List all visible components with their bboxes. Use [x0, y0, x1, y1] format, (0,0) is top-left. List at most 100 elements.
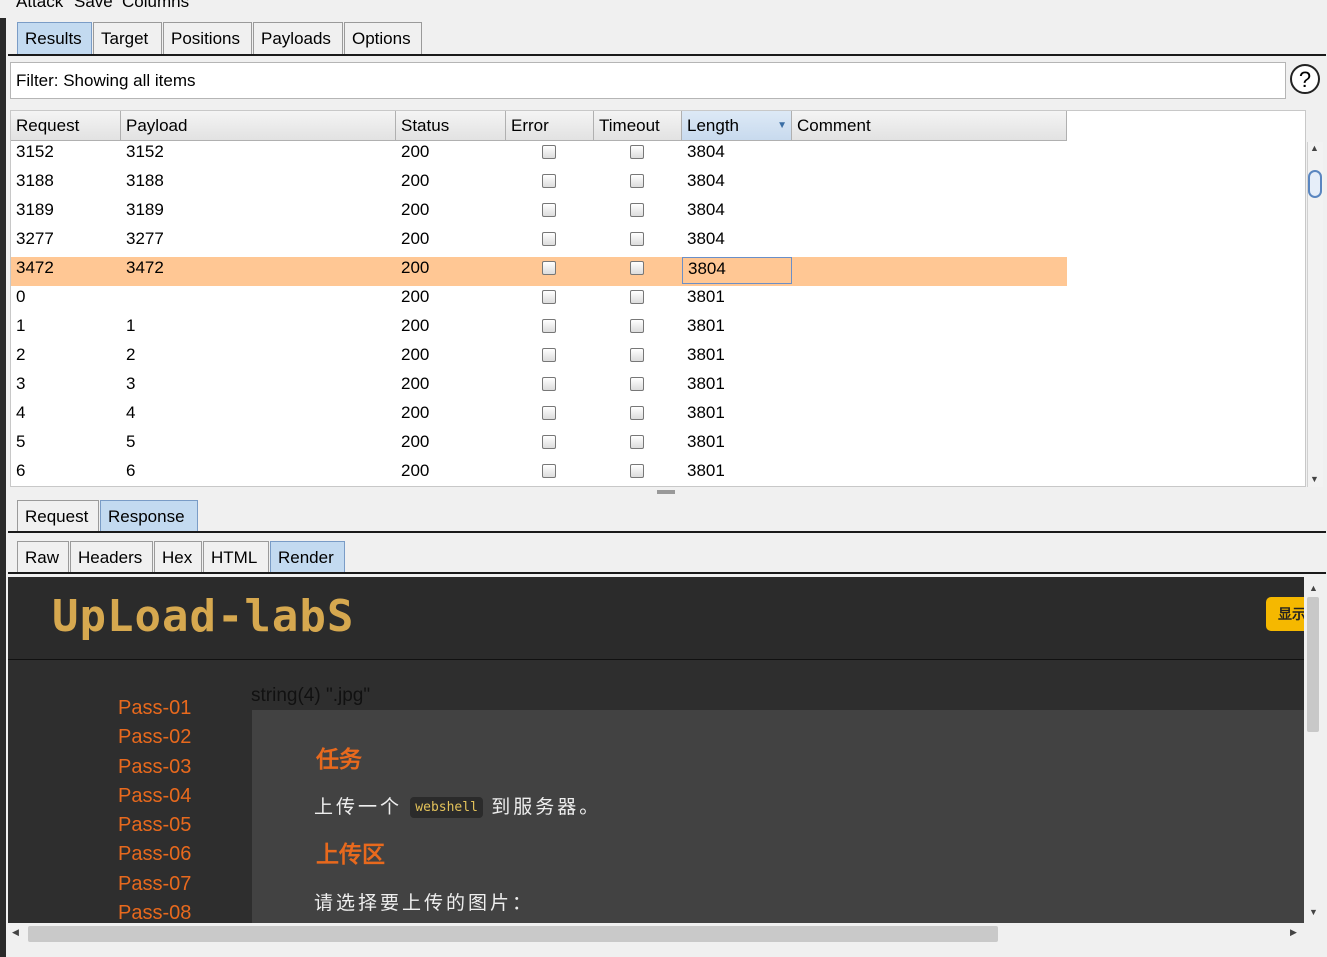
cell-request: 3152	[16, 142, 54, 161]
timeout-checkbox	[630, 464, 644, 478]
table-row[interactable]: 3188 3188 200 3804	[11, 170, 1067, 199]
col-comment[interactable]: Comment	[792, 111, 1067, 141]
cell-length: 3801	[687, 403, 725, 422]
tab-render[interactable]: Render	[270, 541, 345, 573]
timeout-checkbox	[630, 377, 644, 391]
cell-payload: 5	[126, 432, 136, 451]
menu-columns[interactable]: Columns	[122, 0, 189, 12]
table-row[interactable]: 2 2 200 3801	[11, 344, 1067, 373]
col-length[interactable]: Length ▼	[682, 111, 792, 141]
nav-pass-08[interactable]: Pass-08	[118, 902, 191, 923]
tab-positions[interactable]: Positions	[163, 22, 252, 54]
table-row[interactable]: 6 6 200 3801	[11, 460, 1067, 486]
tab-payloads[interactable]: Payloads	[253, 22, 343, 54]
tab-html[interactable]: HTML	[203, 541, 269, 573]
nav-pass-03[interactable]: Pass-03	[118, 756, 191, 779]
cell-request: 3472	[16, 258, 54, 277]
tab-response[interactable]: Response	[100, 500, 198, 532]
nav-pass-04[interactable]: Pass-04	[118, 785, 191, 808]
task-text: 上传一个 webshell 到服务器。	[314, 792, 601, 819]
nav-pass-01[interactable]: Pass-01	[118, 697, 191, 720]
cell-status: 200	[401, 432, 430, 451]
scroll-right-icon[interactable]: ▶	[1290, 927, 1297, 938]
scroll-up-icon[interactable]: ▲	[1310, 143, 1319, 153]
show-button[interactable]: 显示	[1266, 597, 1304, 631]
timeout-checkbox	[630, 174, 644, 188]
col-error[interactable]: Error	[506, 111, 594, 141]
tab-options[interactable]: Options	[344, 22, 422, 54]
cell-request: 4	[16, 403, 26, 422]
table-row[interactable]: 3189 3189 200 3804	[11, 199, 1067, 228]
timeout-checkbox	[630, 232, 644, 246]
timeout-checkbox	[630, 203, 644, 217]
nav-pass-06[interactable]: Pass-06	[118, 843, 191, 866]
cell-request: 2	[16, 345, 26, 364]
cell-status: 200	[401, 403, 430, 422]
error-checkbox	[542, 377, 556, 391]
render-scroll-down-icon[interactable]: ▼	[1309, 907, 1318, 917]
cell-status: 200	[401, 316, 430, 335]
cell-request: 3	[16, 374, 26, 393]
error-checkbox	[542, 261, 556, 275]
render-vscrollbar[interactable]: ▲ ▼	[1305, 577, 1322, 923]
filter-bar[interactable]: Filter: Showing all items	[10, 62, 1286, 99]
cell-length: 3804	[682, 257, 792, 284]
cell-request: 5	[16, 432, 26, 451]
nav-pass-07[interactable]: Pass-07	[118, 873, 191, 896]
nav-pass-05[interactable]: Pass-05	[118, 814, 191, 837]
render-scroll-up-icon[interactable]: ▲	[1309, 583, 1318, 593]
tab-divider	[8, 54, 1326, 56]
cell-request: 3188	[16, 171, 54, 190]
help-icon[interactable]: ?	[1290, 64, 1320, 94]
table-row[interactable]: 3277 3277 200 3804	[11, 228, 1067, 257]
col-payload[interactable]: Payload	[121, 111, 396, 141]
table-row[interactable]: 0 200 3801	[11, 286, 1067, 315]
tab-target[interactable]: Target	[93, 22, 162, 54]
table-row[interactable]: 3472 3472 200 3804	[11, 257, 1067, 286]
cell-status: 200	[401, 287, 430, 306]
render-hscroll-thumb[interactable]	[28, 926, 998, 942]
tab-raw[interactable]: Raw	[17, 541, 69, 573]
tab-request[interactable]: Request	[17, 500, 99, 532]
render-vscroll-thumb[interactable]	[1307, 597, 1319, 732]
scroll-left-icon[interactable]: ◀	[12, 927, 19, 938]
table-row[interactable]: 3152 3152 200 3804	[11, 141, 1067, 170]
cell-request: 1	[16, 316, 26, 335]
cell-payload: 1	[126, 316, 136, 335]
scroll-down-icon[interactable]: ▼	[1310, 474, 1319, 484]
nav-pass-02[interactable]: Pass-02	[118, 726, 191, 749]
cell-status: 200	[401, 171, 430, 190]
menu-save[interactable]: Save	[74, 0, 113, 12]
table-row[interactable]: 4 4 200 3801	[11, 402, 1067, 431]
window-edge	[0, 0, 6, 957]
col-request[interactable]: Request	[11, 111, 121, 141]
timeout-checkbox	[630, 435, 644, 449]
view-divider	[8, 572, 1326, 574]
cell-status: 200	[401, 461, 430, 480]
table-row[interactable]: 3 3 200 3801	[11, 373, 1067, 402]
task-prefix: 上传一个	[314, 797, 403, 818]
timeout-checkbox	[630, 319, 644, 333]
error-checkbox	[542, 406, 556, 420]
table-scroll-thumb[interactable]	[1308, 170, 1322, 198]
tab-results[interactable]: Results	[17, 22, 92, 54]
cell-status: 200	[401, 229, 430, 248]
cell-status: 200	[401, 142, 430, 161]
error-checkbox	[542, 435, 556, 449]
col-status[interactable]: Status	[396, 111, 506, 141]
debug-output: string(4) ".jpg"	[251, 685, 371, 706]
error-checkbox	[542, 319, 556, 333]
tab-hex[interactable]: Hex	[154, 541, 202, 573]
render-hscrollbar[interactable]: ◀ ▶	[8, 924, 1304, 944]
col-length-label: Length	[687, 116, 739, 135]
table-row[interactable]: 1 1 200 3801	[11, 315, 1067, 344]
cell-length: 3801	[687, 287, 725, 306]
col-timeout[interactable]: Timeout	[594, 111, 682, 141]
pane-splitter[interactable]	[657, 490, 675, 494]
menu-attack[interactable]: Attack	[16, 0, 63, 12]
cell-length: 3801	[687, 374, 725, 393]
table-row[interactable]: 5 5 200 3801	[11, 431, 1067, 460]
tab-headers[interactable]: Headers	[70, 541, 153, 573]
table-scrollbar[interactable]: ▲ ▼	[1307, 142, 1323, 487]
cell-status: 200	[401, 200, 430, 219]
